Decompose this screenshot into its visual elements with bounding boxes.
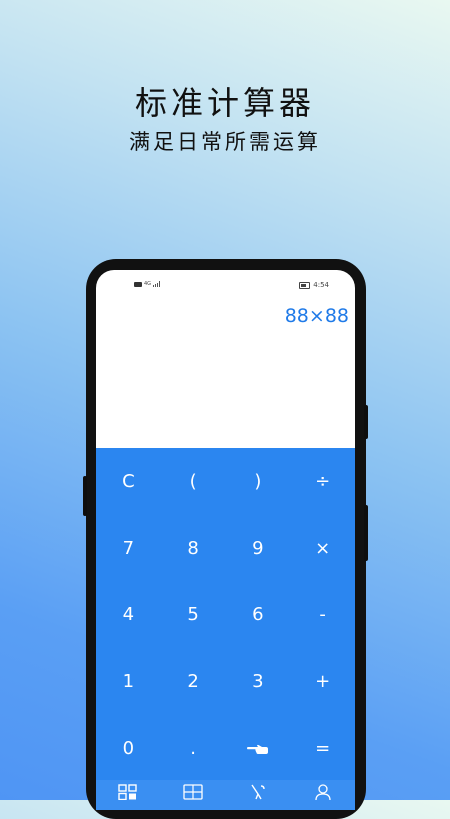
phone-screen: 4G 70 4:54 88×88 C ( ) ÷ 7 8 9 × 4 5 6 -… <box>96 270 355 810</box>
key-decimal[interactable]: . <box>161 715 226 782</box>
key-8[interactable]: 8 <box>161 515 226 582</box>
promo-title: 标准计算器 <box>134 84 315 122</box>
key-clear[interactable]: C <box>96 448 161 515</box>
status-left-group: 4G <box>134 281 161 287</box>
phone-side-button-right-upper <box>364 405 368 439</box>
key-2[interactable]: 2 <box>161 648 226 715</box>
phone-side-button-left <box>83 476 87 516</box>
key-close-paren[interactable]: ) <box>226 448 291 515</box>
status-right-group: 70 4:54 <box>299 281 329 289</box>
key-3[interactable]: 3 <box>226 648 291 715</box>
pointing-hand-icon <box>246 744 268 754</box>
key-divide[interactable]: ÷ <box>290 448 355 515</box>
key-equals[interactable]: = <box>290 715 355 782</box>
user-icon <box>314 784 331 800</box>
signal-icon <box>153 281 161 287</box>
key-1[interactable]: 1 <box>96 648 161 715</box>
tab-calculator[interactable] <box>96 780 161 810</box>
calculator-display: 88×88 <box>284 305 349 327</box>
tab-tools[interactable] <box>226 780 291 810</box>
battery-icon <box>299 281 311 289</box>
key-multiply[interactable]: × <box>290 515 355 582</box>
phone-side-button-right-lower <box>364 505 368 561</box>
tab-profile[interactable] <box>290 780 355 810</box>
key-9[interactable]: 9 <box>226 515 291 582</box>
key-add[interactable]: + <box>290 648 355 715</box>
sim-icon <box>134 281 142 287</box>
key-subtract[interactable]: - <box>290 582 355 649</box>
key-open-paren[interactable]: ( <box>161 448 226 515</box>
keypad: C ( ) ÷ 7 8 9 × 4 5 6 - 1 2 3 + 0 . = <box>96 448 355 782</box>
calculator-icon <box>118 784 138 800</box>
tools-icon <box>251 784 265 800</box>
tab-bar <box>96 780 355 810</box>
status-time: 4:54 <box>313 281 329 289</box>
network-type: 4G <box>144 281 152 287</box>
promo-subtitle: 满足日常所需运算 <box>129 130 321 154</box>
status-bar: 4G 70 4:54 <box>96 270 355 298</box>
key-6[interactable]: 6 <box>226 582 291 649</box>
converter-grid-icon <box>183 784 203 800</box>
key-7[interactable]: 7 <box>96 515 161 582</box>
tab-converter[interactable] <box>161 780 226 810</box>
key-5[interactable]: 5 <box>161 582 226 649</box>
key-4[interactable]: 4 <box>96 582 161 649</box>
key-0[interactable]: 0 <box>96 715 161 782</box>
key-backspace[interactable] <box>226 715 291 782</box>
